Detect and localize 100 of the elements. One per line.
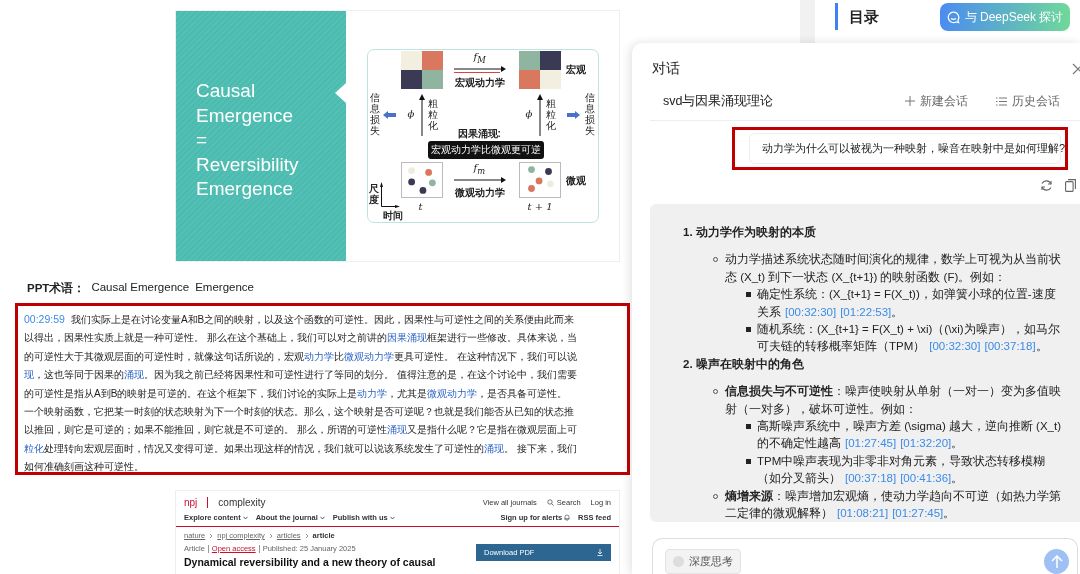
timestamp-link[interactable]: [00:37:18]	[984, 340, 1036, 353]
arrow-icon	[382, 111, 396, 119]
diagram-label: 微观	[565, 174, 586, 188]
timestamp-link[interactable]: [01:27:45]	[892, 507, 944, 520]
timestamp-link[interactable]: [00:32:30]	[785, 305, 837, 318]
transcript-line: 以推回，则它是可逆的；如果不能推回，则它就是不可逆的。 那么，所谓的可逆性涌现又是指什么呢？它是指在微观层面上可	[24, 423, 578, 438]
transcript-line: 粒化处理转向宏观层面时，情况又变得可逆。如果出现这样的情况，我们就可以说该系统发生了可逆性的涌现。 接下来，我们	[24, 441, 578, 456]
diagram-label: 粗粒化	[427, 98, 438, 131]
close-icon[interactable]	[1072, 62, 1080, 75]
bell-icon	[564, 514, 571, 521]
caret-icon	[319, 515, 325, 520]
answer-text: 信息损失与不可逆性：噪声使映射从单射（一对一）变为多值映射（一对多），破坏可逆性。例如：	[725, 384, 1062, 417]
term-link[interactable]: 微观动力学	[344, 350, 394, 362]
transcript-line: 的可逆性大于其微观层面的可逆性时，就像这句话所说的，宏观动力学比微观动力学更具可逆性。 在这种情况下，我们可以说	[24, 349, 578, 364]
session-title: svd与因果涌现理论	[663, 92, 774, 110]
timestamp-link[interactable]: [00:32:30]	[929, 340, 981, 353]
time-label: t + 1	[527, 201, 553, 212]
diagram-label: 信息损失	[369, 92, 380, 136]
map-symbol: ϕ	[407, 108, 415, 119]
slide-title: Causal Emergence = Reversibility Emergence	[196, 79, 299, 201]
term-link[interactable]: 涌现	[124, 369, 144, 381]
term-link[interactable]: 微观动力学	[427, 387, 478, 399]
diagram-label: 微观动力学	[454, 186, 505, 200]
article-title: Dynamical reversibility and a new theory of causal	[184, 556, 436, 568]
term-text: Causal Emergence	[91, 281, 190, 295]
answer-text: 高斯噪声系统中，噪声方差 (\sigma) 越大，逆向推断 (X_t) 的不确定性越高 [01:27:45] [01:32:20]。	[757, 419, 1062, 452]
pointer-notch	[335, 83, 346, 103]
plus-icon	[905, 96, 915, 107]
arrow-icon	[453, 66, 506, 74]
matrix-drawing	[400, 51, 443, 89]
diagram-label: 因果涌现:	[457, 127, 501, 141]
section-heading: 2. 噪声在映射中的角色	[683, 356, 805, 372]
term-link[interactable]: 因果涌现	[386, 332, 427, 344]
term-link[interactable]: 涌现	[484, 442, 504, 454]
diagram-label: 宏观动力学	[454, 76, 505, 90]
transcript-line: 的可逆性是指从A到B的映射是可逆的。在这个框架下，我们讨论的实际上是动力学，尤其是微观动力学，是否具备可逆性。	[24, 386, 569, 401]
bullet-icon	[746, 326, 751, 332]
particles-drawing	[518, 162, 561, 198]
answer-text: 随机系统：(X_{t+1} = F(X_t) + \xi)（(\xi)为噪声），如马尔可夫链的转移概率矩阵（TPM） [00:32:30] [00:37:18]。	[757, 321, 1061, 355]
section-heading: 1. 动力学作为映射的本质	[683, 224, 817, 240]
caret-icon	[242, 515, 248, 520]
terms-label: PPT术语：	[27, 281, 86, 296]
chevron-icon	[304, 532, 309, 539]
arrow-icon	[535, 94, 544, 136]
answer-text: 熵增来源：噪声增加宏观熵，使动力学趋向不可逆（如热力学第二定律的微观解释） [01:08:21] [01:27:45]。	[725, 488, 1062, 522]
arrow-icon	[417, 94, 426, 136]
journal-name: complexity	[218, 496, 266, 508]
axis-label: 时间	[382, 209, 403, 223]
axis-label: 尺度	[368, 183, 379, 205]
chevron-icon	[268, 532, 273, 539]
bullet-icon	[746, 424, 751, 429]
timestamp-link[interactable]: 00:29:59	[24, 313, 65, 325]
bullet-icon	[746, 292, 751, 298]
map-symbol: f$_{M}$	[473, 51, 486, 65]
message-input[interactable]: 深度思考	[652, 538, 1078, 574]
history-button[interactable]: 历史会话	[996, 92, 1060, 110]
transcript-line: 如何准确刻画这种可逆性。	[24, 460, 145, 472]
term-link[interactable]: 动力学	[304, 350, 334, 362]
bullet-icon	[746, 458, 751, 464]
time-label: t	[418, 201, 423, 212]
arrow-up-icon	[1050, 555, 1063, 568]
answer-text: TPM中噪声表现为非零非对角元素，导致状态转移模糊（如分叉箭头） [00:37:18] [00:41:36]。	[757, 453, 1047, 487]
timestamp-link[interactable]: [01:27:45]	[845, 437, 897, 450]
matrix-drawing	[518, 51, 561, 89]
transcript-line: 以得出，因果性实质上就是一种可逆性。 那么在这个基础上，我们可以对之前讲的因果涌现框架进行一些修改。具体来说，当	[24, 331, 578, 346]
timestamp-link[interactable]: [00:37:18]	[845, 472, 897, 485]
transcript-line: 00:29:59 我们实际上是在讨论变量A和B之间的映射，以及这个函数的可逆性。因此，因果性与可逆性之间的关系便由此而来	[24, 312, 576, 327]
chevron-icon	[209, 532, 214, 539]
search-icon	[546, 498, 554, 506]
diagram-label: 宏观	[565, 63, 586, 77]
term-link[interactable]: 粒化	[24, 442, 44, 454]
term-link[interactable]: 涌现	[386, 424, 407, 436]
transcript-line: 一个映射函数，它把某一时刻的状态映射为下一个时刻的状态。那么，这个映射是否可逆呢？也就是我们能否从已知的状态推	[24, 405, 575, 420]
diagram-label: 粗粒化	[545, 98, 556, 131]
download-icon	[597, 549, 603, 556]
timestamp-link[interactable]: [01:22:53]	[840, 305, 892, 318]
diagram-label: 信息损失	[584, 92, 595, 136]
emergence-note: 宏观动力学比微观更可逆	[427, 141, 544, 159]
timestamp-link[interactable]: [01:32:20]	[900, 437, 952, 450]
term-link[interactable]: 现	[24, 369, 34, 381]
deep-think-toggle[interactable]: 深度思考	[665, 549, 741, 574]
refresh-icon[interactable]	[1040, 178, 1053, 192]
caret-icon	[389, 515, 395, 520]
arrow-icon	[453, 177, 506, 185]
timestamp-link[interactable]: [01:08:21]	[837, 507, 889, 520]
particles-drawing	[400, 162, 443, 198]
toc-heading: 目录	[835, 3, 879, 30]
answer-text: 确定性系统：(X_{t+1} = F(X_t))，如弹簧小球的位置-速度关系 [00:32:30] [01:22:53]。	[757, 287, 1057, 320]
list-icon	[996, 96, 1007, 106]
arrow-icon	[566, 111, 580, 119]
term-link[interactable]: 动力学	[357, 387, 388, 399]
term-text: Emergence	[195, 281, 254, 295]
answer-text: 动力学描述系统状态随时间演化的规律，数学上可视为从当前状态 (X_t) 到下一状态 (X_{t+1}) 的映射函数 (F)。例如：	[725, 252, 1062, 285]
brand-logo: npj	[184, 496, 198, 508]
chat-icon	[946, 10, 960, 24]
axes-icon	[379, 182, 400, 208]
new-chat-button[interactable]: 新建会话	[905, 92, 968, 110]
panel-title: 对话	[652, 59, 680, 78]
copy-icon[interactable]	[1065, 178, 1076, 192]
map-symbol: f$_{m}$	[473, 162, 486, 176]
